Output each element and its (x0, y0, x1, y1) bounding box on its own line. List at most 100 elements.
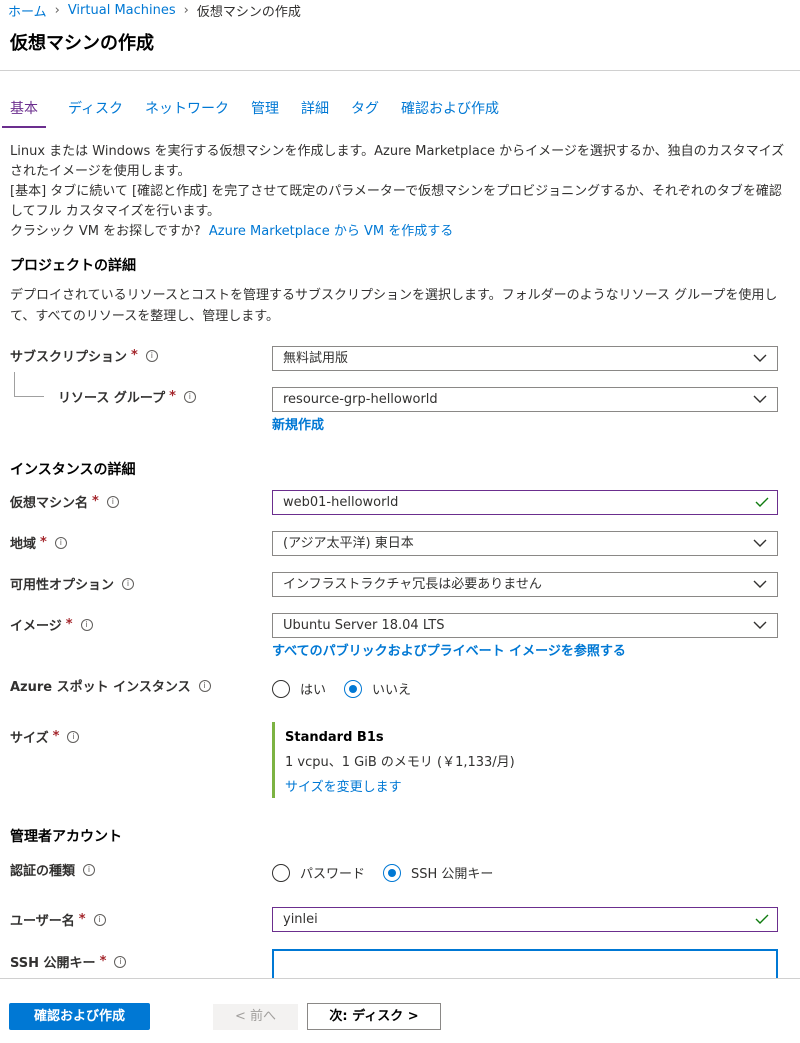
username-value: yinlei (283, 912, 318, 927)
subscription-value: 無料試用版 (283, 351, 349, 366)
resource-group-select[interactable]: resource-grp-helloworld (272, 387, 778, 412)
availability-select[interactable]: インフラストラクチャ冗長は必要ありません (272, 572, 778, 597)
info-icon[interactable]: i (122, 577, 135, 590)
breadcrumb-separator-icon: › (183, 2, 189, 18)
breadcrumb-separator-icon: › (54, 2, 60, 18)
info-icon[interactable]: i (67, 730, 80, 743)
size-summary: Standard B1s 1 vcpu、1 GiB のメモリ (￥1,133/月… (272, 722, 572, 798)
breadcrumb-home[interactable]: ホーム (8, 1, 47, 20)
intro-classic: クラシック VM をお探しですか? Azure Marketplace から V… (10, 222, 790, 242)
previous-button[interactable]: < 前へ (213, 1004, 298, 1030)
vm-name-value: web01-helloworld (283, 495, 399, 510)
spot-instance-label-text: Azure スポット インスタンス (10, 680, 191, 695)
project-details-heading: プロジェクトの詳細 (10, 258, 136, 274)
ssh-key-label-text: SSH 公開キー (10, 956, 96, 971)
image-value: Ubuntu Server 18.04 LTS (283, 618, 445, 633)
spot-no-radio[interactable] (344, 679, 363, 698)
auth-ssh-label: SSH 公開キー (411, 867, 494, 882)
info-icon[interactable]: i (198, 679, 211, 692)
required-marker: * (169, 389, 176, 404)
change-size-link[interactable]: サイズを変更します (285, 776, 572, 795)
required-marker: * (65, 617, 73, 632)
info-icon[interactable]: i (83, 863, 96, 876)
chevron-down-icon (753, 539, 767, 547)
username-input[interactable]: yinlei (272, 907, 778, 932)
region-label: 地域 * i (10, 533, 67, 552)
size-label-text: サイズ (10, 731, 49, 746)
region-label-text: 地域 (10, 537, 37, 552)
check-icon (755, 497, 769, 507)
chevron-down-icon (753, 354, 767, 362)
availability-label: 可用性オプション i (10, 574, 135, 593)
subscription-label: サブスクリプション * i (10, 346, 158, 365)
tab-basics[interactable]: 基本 (2, 98, 46, 128)
subscription-select[interactable]: 無料試用版 (272, 346, 778, 371)
info-icon[interactable]: i (54, 536, 67, 549)
breadcrumb-virtual-machines[interactable]: Virtual Machines (68, 3, 176, 18)
check-icon (755, 914, 769, 924)
resource-group-label-text: リソース グループ (58, 391, 166, 406)
info-icon[interactable]: i (106, 495, 119, 508)
required-marker: * (40, 535, 47, 550)
tab-review-create[interactable]: 確認および作成 (401, 98, 499, 128)
username-label: ユーザー名 * i (10, 910, 106, 929)
vm-name-label: 仮想マシン名 * i (10, 492, 119, 511)
region-select[interactable]: (アジア太平洋) 東日本 (272, 531, 778, 556)
required-marker: * (52, 729, 60, 744)
breadcrumb: ホーム › Virtual Machines › 仮想マシンの作成 (8, 0, 301, 20)
tab-disks[interactable]: ディスク (68, 98, 123, 128)
spot-yes-label: はい (300, 683, 327, 698)
intro-line-1: Linux または Windows を実行する仮想マシンを作成します。Azure… (10, 144, 785, 179)
image-select[interactable]: Ubuntu Server 18.04 LTS (272, 613, 778, 638)
subscription-label-text: サブスクリプション (10, 350, 128, 365)
review-create-button[interactable]: 確認および作成 (9, 1003, 150, 1030)
availability-value: インフラストラクチャ冗長は必要ありません (283, 577, 542, 592)
tree-connector (14, 372, 15, 396)
tab-tags[interactable]: タグ (351, 98, 379, 128)
create-new-resource-group-link[interactable]: 新規作成 (272, 414, 324, 433)
size-spec: 1 vcpu、1 GiB のメモリ (￥1,133/月) (285, 755, 515, 770)
size-label: サイズ * i (10, 727, 80, 746)
browse-images-link[interactable]: すべてのパブリックおよびプライベート イメージを参照する (272, 640, 626, 659)
next-disks-button[interactable]: 次: ディスク > (307, 1003, 441, 1030)
vm-name-label-text: 仮想マシン名 (10, 496, 89, 511)
tab-networking[interactable]: ネットワーク (145, 98, 229, 128)
size-name: Standard B1s (285, 730, 384, 745)
classic-vm-link[interactable]: Azure Marketplace から VM を作成する (209, 224, 453, 239)
spot-no-label: いいえ (372, 683, 412, 698)
image-label-text: イメージ (10, 619, 62, 634)
info-icon[interactable]: i (183, 390, 196, 403)
project-details-desc: デプロイされているリソースとコストを管理するサブスクリプションを選択します。フォ… (10, 288, 778, 324)
info-icon[interactable]: i (114, 955, 127, 968)
intro-line-2: [基本] タブに続いて [確認と作成] を完了させて既定のパラメーターで仮想マシ… (10, 184, 782, 219)
required-marker: * (78, 912, 86, 927)
resource-group-value: resource-grp-helloworld (283, 392, 438, 407)
instance-details-heading: インスタンスの詳細 (10, 462, 136, 478)
spot-instance-label: Azure スポット インスタンス i (10, 676, 211, 695)
auth-password-radio[interactable] (272, 863, 290, 882)
info-icon[interactable]: i (93, 913, 106, 926)
ssh-public-key-textarea[interactable] (272, 949, 778, 979)
intro-text: Linux または Windows を実行する仮想マシンを作成します。Azure… (10, 142, 790, 242)
chevron-down-icon (753, 395, 767, 403)
page-title: 仮想マシンの作成 (10, 33, 154, 54)
auth-ssh-radio[interactable] (383, 863, 402, 882)
info-icon[interactable]: i (80, 618, 93, 631)
spot-yes-radio[interactable] (272, 679, 290, 698)
region-value: (アジア太平洋) 東日本 (283, 536, 414, 551)
spot-instance-radio-group: はい いいえ (272, 679, 429, 698)
required-marker: * (99, 954, 107, 969)
info-icon[interactable]: i (145, 349, 158, 362)
admin-account-heading: 管理者アカウント (10, 829, 122, 845)
vm-name-input[interactable]: web01-helloworld (272, 490, 778, 515)
auth-type-label: 認証の種類 i (10, 860, 96, 879)
ssh-key-label: SSH 公開キー * i (10, 952, 127, 971)
required-marker: * (131, 348, 138, 363)
auth-password-label: パスワード (300, 867, 366, 882)
resource-group-label: リソース グループ * i (58, 387, 196, 406)
chevron-down-icon (753, 621, 767, 629)
availability-label-text: 可用性オプション (10, 578, 115, 593)
tab-management[interactable]: 管理 (251, 98, 279, 128)
tab-advanced[interactable]: 詳細 (301, 98, 329, 128)
auth-type-label-text: 認証の種類 (10, 864, 76, 879)
